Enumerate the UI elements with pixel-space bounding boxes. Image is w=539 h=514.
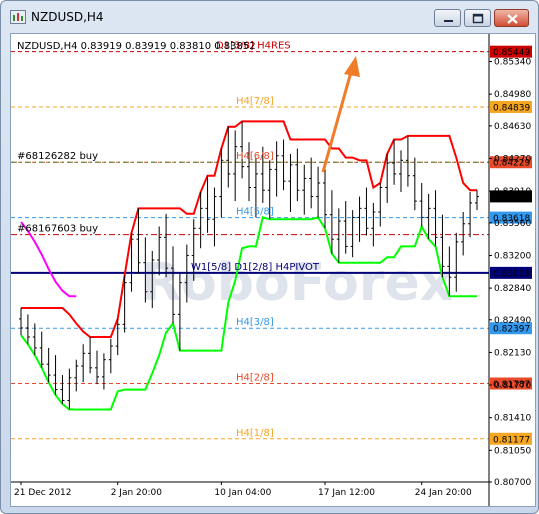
chart-window: NZDUSD,H4 RoboForex D1[3/8] H4RES 0.85449… <box>0 0 539 514</box>
y-tick-label: 0.82130 <box>494 348 531 358</box>
window-title: NZDUSD,H4 <box>31 10 104 24</box>
level-price-label: 0.84839 <box>493 103 530 113</box>
symbol-info: NZDUSD,H4 0.83919 0.83919 0.83810 0.8385… <box>17 41 256 52</box>
y-tick-label: 0.81410 <box>494 414 531 424</box>
level-label: H4[2/8] <box>236 373 274 384</box>
x-tick-label: 10 Jan 04:00 <box>214 488 271 498</box>
x-tick-label: 17 Jan 12:00 <box>318 488 375 498</box>
chart-window-icon <box>10 10 26 24</box>
trend-arrow-head <box>344 56 360 77</box>
y-tick-label: 0.80700 <box>494 478 531 488</box>
title-bar[interactable]: NZDUSD,H4 <box>1 1 538 33</box>
y-tick-label: 0.83200 <box>494 251 531 261</box>
level-label: H4[3/8] <box>236 317 274 328</box>
maximize-icon <box>472 13 484 24</box>
level-label: H4[7/8] <box>236 96 274 107</box>
y-tick-label: 0.84980 <box>494 90 531 100</box>
level-price-label: 0.83008 <box>493 269 530 279</box>
x-tick-label: 21 Dec 2012 <box>14 488 72 498</box>
y-tick-label: 0.81050 <box>494 446 531 456</box>
x-tick-label: 2 Jan 20:00 <box>111 488 163 498</box>
level-label: W1[5/8] D1[2/8] H4PIVOT <box>191 262 320 273</box>
level-label: H4[6/8] <box>236 151 274 162</box>
y-tick-label: 0.83560 <box>494 219 531 229</box>
level-label: H4[1/8] <box>236 428 274 439</box>
x-tick-label: 24 Jan 20:00 <box>415 488 472 498</box>
close-icon <box>507 14 518 24</box>
close-button[interactable] <box>494 9 529 27</box>
y-tick-label: 0.84630 <box>494 122 531 132</box>
price-chart[interactable]: RoboForex D1[3/8] H4RES0.85449H4[7/8]0.8… <box>11 34 535 506</box>
y-tick-label: 0.82490 <box>494 316 531 326</box>
y-tick-label: 0.83910 <box>494 187 531 197</box>
level-price-label: 0.82397 <box>493 325 530 335</box>
y-tick-label: 0.81770 <box>494 381 531 391</box>
maximize-button[interactable] <box>464 9 491 27</box>
minimize-icon <box>444 20 453 22</box>
order-label: #68167603 buy <box>17 224 98 235</box>
minimize-button[interactable] <box>434 9 461 27</box>
y-tick-label: 0.82840 <box>494 284 531 294</box>
level-price-label: 0.81177 <box>493 435 530 445</box>
order-label: #68126282 buy <box>17 151 98 162</box>
chart-area[interactable]: RoboForex D1[3/8] H4RES 0.85449 H4[7/8] 0.8… <box>10 33 536 507</box>
y-tick-label: 0.84270 <box>494 155 531 165</box>
y-tick-label: 0.85340 <box>494 58 531 68</box>
level-label: H4[5/8] <box>236 207 274 218</box>
